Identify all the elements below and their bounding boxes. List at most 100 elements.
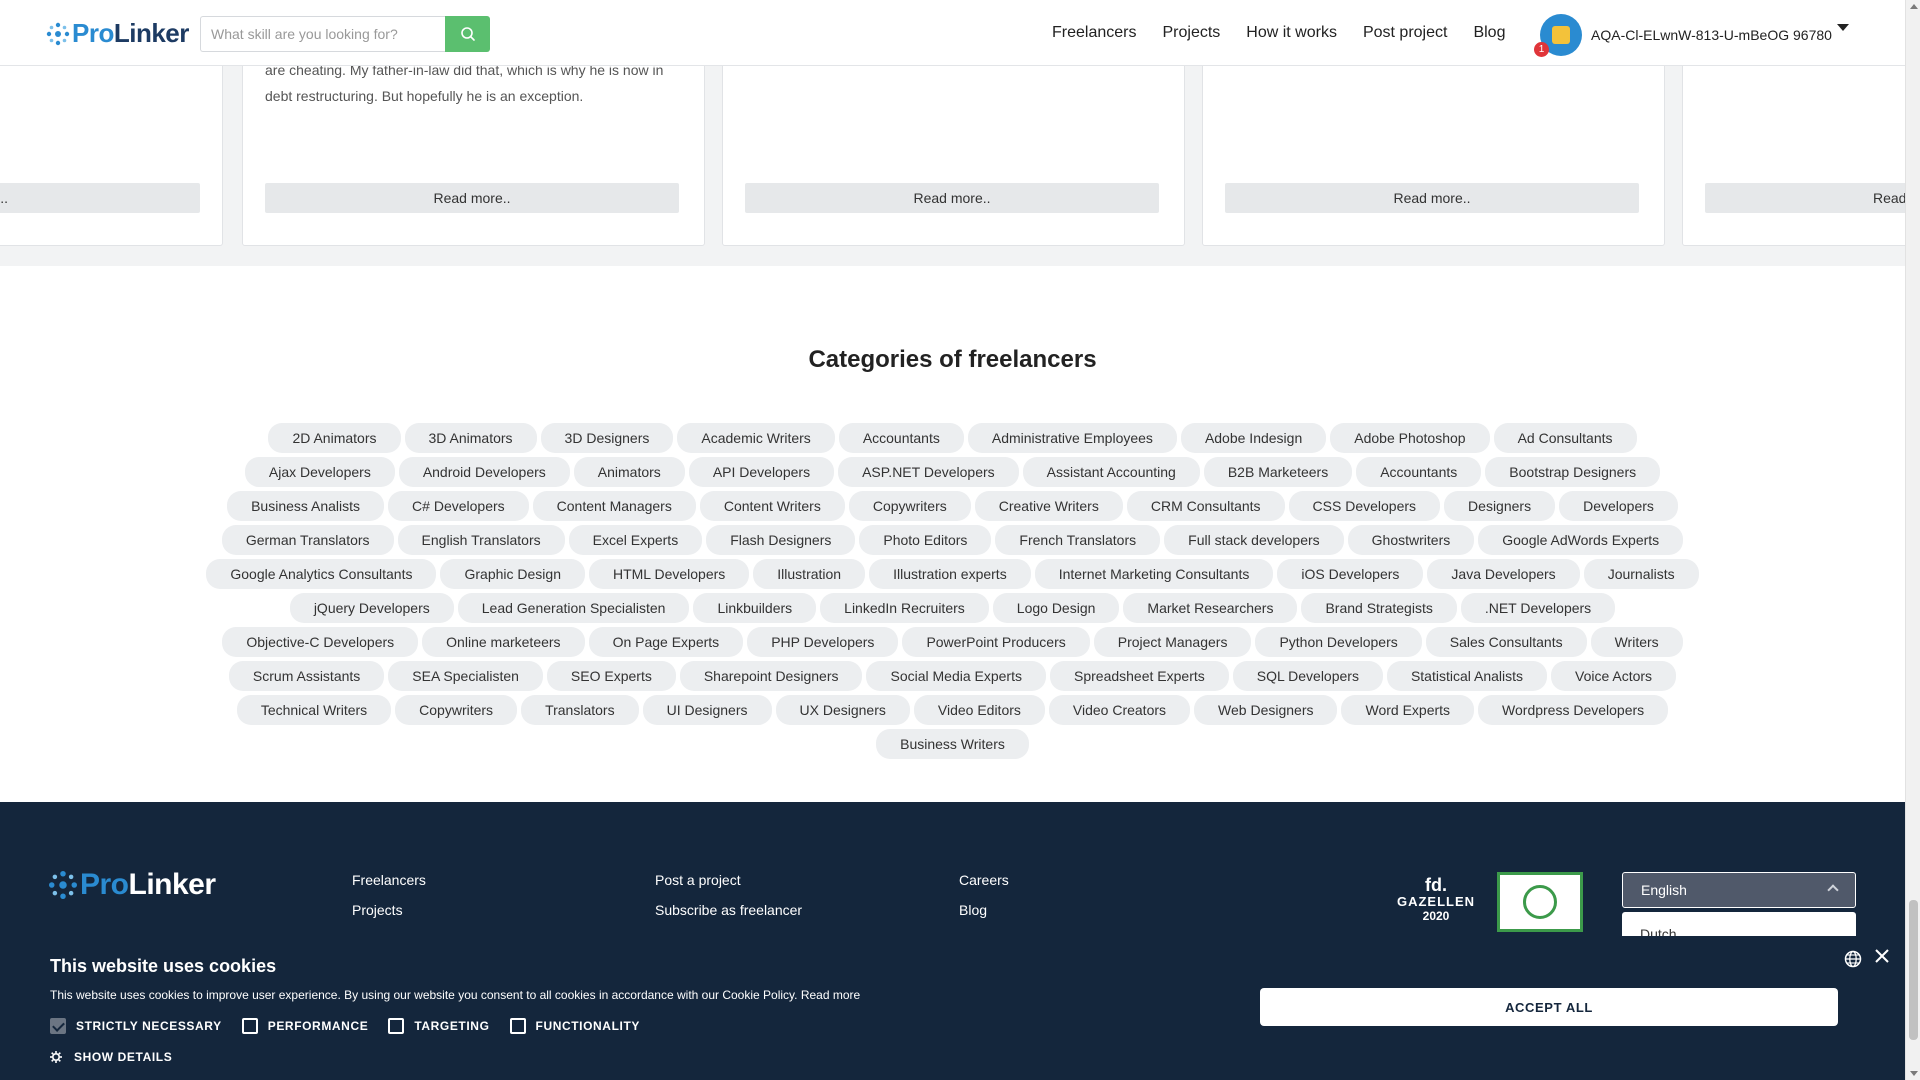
category-tag[interactable]: UI Designers [642, 695, 772, 725]
category-tag[interactable]: Graphic Design [440, 559, 585, 589]
scrollbar-thumb[interactable] [1909, 900, 1918, 1040]
category-tag[interactable]: Bootstrap Designers [1485, 457, 1661, 487]
footer-logo[interactable]: ProLinker [48, 868, 216, 902]
category-tag[interactable]: Flash Designers [706, 525, 856, 555]
category-tag[interactable]: Writers [1590, 627, 1683, 657]
category-tag[interactable]: Social Media Experts [866, 661, 1046, 691]
page-scrollbar[interactable] [1905, 0, 1920, 1080]
category-tag[interactable]: CSS Developers [1288, 491, 1441, 521]
category-tag[interactable]: Scrum Assistants [228, 661, 385, 691]
category-tag[interactable]: Internet Marketing Consultants [1034, 559, 1274, 589]
category-tag[interactable]: Business Analists [227, 491, 385, 521]
category-tag[interactable]: Illustration [753, 559, 866, 589]
category-tag[interactable]: 3D Designers [540, 423, 674, 453]
category-tag[interactable]: API Developers [688, 457, 835, 487]
category-tag[interactable]: Photo Editors [859, 525, 992, 555]
nav-how-it-works[interactable]: How it works [1246, 24, 1337, 42]
category-tag[interactable]: HTML Developers [588, 559, 750, 589]
category-tag[interactable]: Logo Design [992, 593, 1120, 623]
checkbox-checked-icon[interactable] [50, 1018, 66, 1034]
category-tag[interactable]: SEA Specialisten [388, 661, 543, 691]
cookie-option-functionality[interactable]: FUNCTIONALITY [509, 1018, 640, 1034]
show-details-button[interactable]: SHOW DETAILS [50, 1050, 172, 1064]
category-tag[interactable]: Statistical Analists [1386, 661, 1548, 691]
category-tag[interactable]: Copywriters [848, 491, 971, 521]
category-tag[interactable]: Market Researchers [1123, 593, 1298, 623]
category-tag[interactable]: PowerPoint Producers [902, 627, 1090, 657]
footer-link-blog[interactable]: Blog [959, 902, 1009, 918]
category-tag[interactable]: Python Developers [1255, 627, 1422, 657]
category-tag[interactable]: Copywriters [395, 695, 518, 725]
category-tag[interactable]: Content Managers [532, 491, 696, 521]
category-tag[interactable]: Sales Consultants [1425, 627, 1587, 657]
footer-link-subscribe-freelancer[interactable]: Subscribe as freelancer [655, 902, 802, 918]
category-tag[interactable]: Google AdWords Experts [1478, 525, 1684, 555]
category-tag[interactable]: LinkedIn Recruiters [820, 593, 989, 623]
category-tag[interactable]: Brand Strategists [1301, 593, 1457, 623]
category-tag[interactable]: Journalists [1583, 559, 1699, 589]
nav-freelancers[interactable]: Freelancers [1052, 24, 1136, 42]
category-tag[interactable]: Assistant Accounting [1022, 457, 1200, 487]
category-tag[interactable]: SQL Developers [1232, 661, 1383, 691]
nav-blog[interactable]: Blog [1473, 24, 1505, 42]
category-tag[interactable]: Project Managers [1093, 627, 1252, 657]
scroll-up-arrow-icon[interactable] [1910, 4, 1918, 9]
category-tag[interactable]: Accountants [838, 423, 964, 453]
nav-post-project[interactable]: Post project [1363, 24, 1447, 42]
cookie-option-performance[interactable]: PERFORMANCE [241, 1018, 369, 1034]
category-tag[interactable]: Linkbuilders [693, 593, 817, 623]
read-more-button[interactable]: Read [1705, 183, 1905, 213]
category-tag[interactable]: Business Writers [876, 729, 1029, 759]
read-more-button[interactable]: Read more.. [265, 183, 679, 213]
category-tag[interactable]: CRM Consultants [1126, 491, 1285, 521]
category-tag[interactable]: Creative Writers [974, 491, 1123, 521]
category-tag[interactable]: Video Editors [913, 695, 1045, 725]
category-tag[interactable]: ASP.NET Developers [838, 457, 1019, 487]
search-button[interactable] [445, 16, 490, 52]
category-tag[interactable]: B2B Marketeers [1203, 457, 1353, 487]
category-tag[interactable]: Accountants [1356, 457, 1482, 487]
cookie-option-strictly-necessary[interactable]: STRICTLY NECESSARY [50, 1018, 222, 1034]
category-tag[interactable]: Full stack developers [1164, 525, 1344, 555]
category-tag[interactable]: Voice Actors [1551, 661, 1677, 691]
footer-link-freelancers[interactable]: Freelancers [352, 872, 426, 888]
category-tag[interactable]: Developers [1559, 491, 1678, 521]
category-tag[interactable]: 2D Animators [268, 423, 401, 453]
category-tag[interactable]: Illustration experts [869, 559, 1031, 589]
category-tag[interactable]: French Translators [995, 525, 1161, 555]
checkbox-icon[interactable] [509, 1018, 526, 1034]
category-tag[interactable]: Lead Generation Specialisten [457, 593, 690, 623]
cookie-option-targeting[interactable]: TARGETING [388, 1018, 489, 1034]
category-tag[interactable]: Online marketeers [422, 627, 585, 657]
category-tag[interactable]: Ajax Developers [244, 457, 395, 487]
category-tag[interactable]: German Translators [221, 525, 394, 555]
globe-icon[interactable] [1844, 950, 1862, 968]
category-tag[interactable]: Objective-C Developers [222, 627, 419, 657]
category-tag[interactable]: Academic Writers [677, 423, 835, 453]
category-tag[interactable]: Word Experts [1341, 695, 1475, 725]
category-tag[interactable]: Technical Writers [236, 695, 392, 725]
language-select[interactable]: English [1622, 872, 1856, 908]
category-tag[interactable]: Translators [521, 695, 639, 725]
category-tag[interactable]: C# Developers [388, 491, 529, 521]
category-tag[interactable]: Designers [1444, 491, 1556, 521]
category-tag[interactable]: Web Designers [1194, 695, 1338, 725]
checkbox-icon[interactable] [241, 1018, 258, 1034]
category-tag[interactable]: On Page Experts [588, 627, 744, 657]
category-tag[interactable]: Ghostwriters [1347, 525, 1475, 555]
user-menu[interactable]: 1 AQA-Cl-ELwnW-813-U-mBeOG 96780 [1534, 14, 1832, 57]
category-tag[interactable]: Ad Consultants [1493, 423, 1637, 453]
checkbox-icon[interactable] [388, 1018, 405, 1034]
category-tag[interactable]: PHP Developers [747, 627, 899, 657]
footer-link-post-project[interactable]: Post a project [655, 872, 802, 888]
category-tag[interactable]: .NET Developers [1460, 593, 1616, 623]
avatar[interactable]: 1 [1534, 14, 1582, 57]
category-tag[interactable]: Administrative Employees [967, 423, 1177, 453]
close-icon[interactable] [1874, 948, 1890, 964]
category-tag[interactable]: Google Analytics Consultants [206, 559, 437, 589]
category-tag[interactable]: Adobe Indesign [1180, 423, 1327, 453]
category-tag[interactable]: Excel Experts [568, 525, 703, 555]
footer-link-projects[interactable]: Projects [352, 902, 426, 918]
category-tag[interactable]: Content Writers [699, 491, 845, 521]
category-tag[interactable]: English Translators [397, 525, 565, 555]
